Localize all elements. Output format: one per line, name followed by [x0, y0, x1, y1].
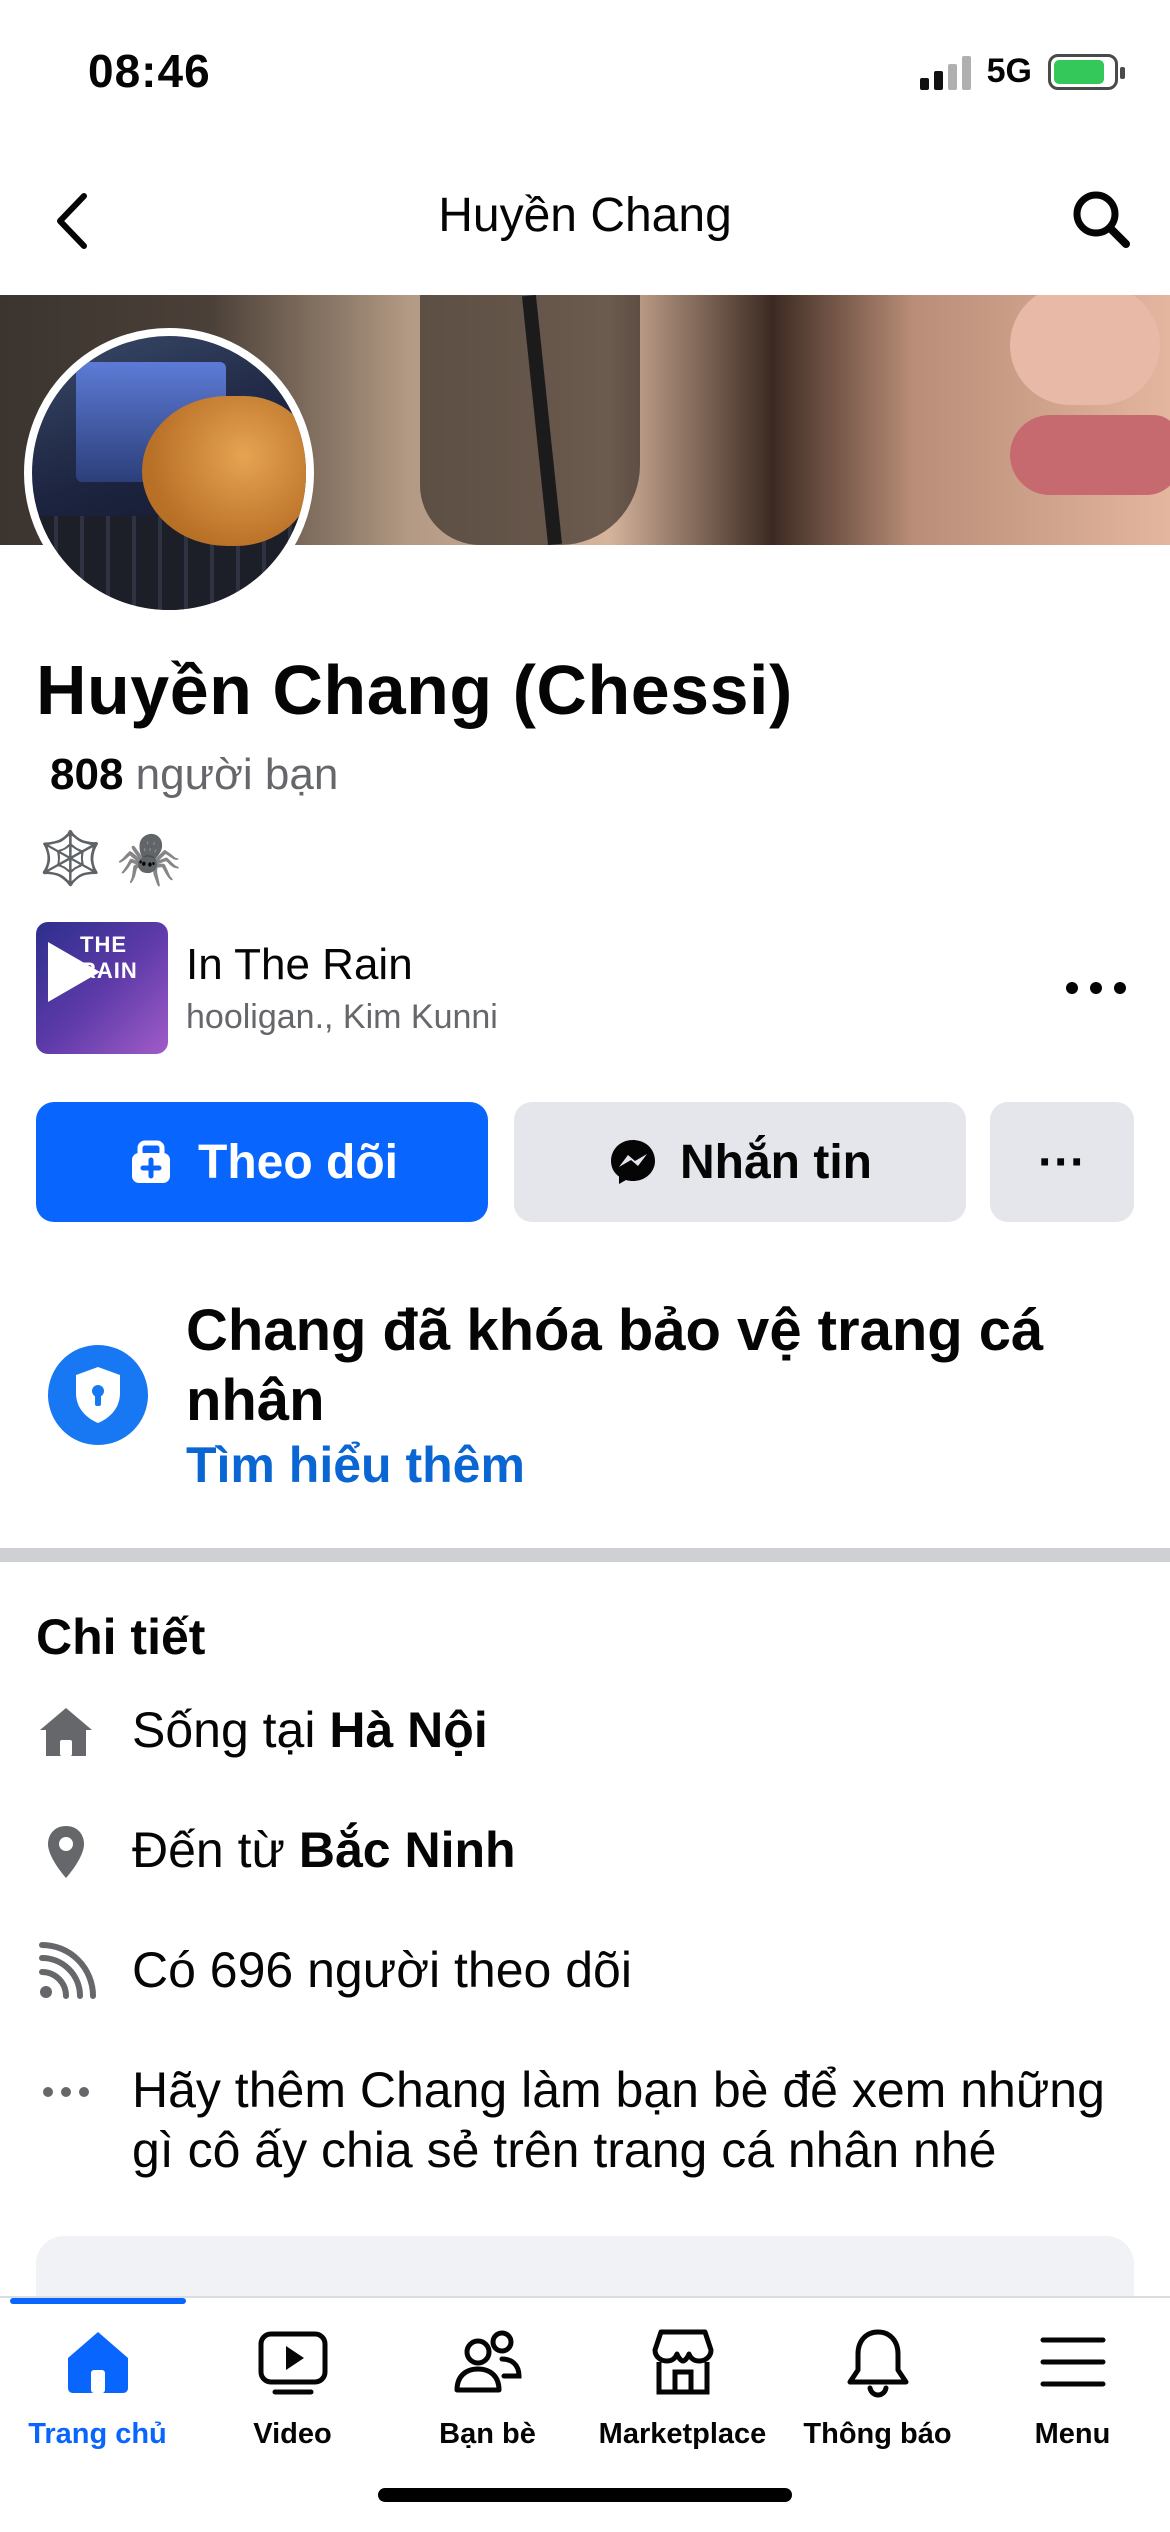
music-cover[interactable]: THE RAIN	[36, 922, 168, 1054]
followers-text: Có 696 người theo dõi	[132, 1942, 632, 1998]
locked-profile-notice: Chang đã khóa bảo vệ trang cá nhân Tìm h…	[0, 1270, 1170, 1540]
nav-bar: Huyền Chang	[0, 150, 1170, 294]
profile-avatar[interactable]	[24, 328, 314, 618]
tab-notifications-label: Thông báo	[803, 2418, 952, 2450]
lives-prefix: Sống tại	[132, 1702, 330, 1758]
tab-menu[interactable]: Menu	[975, 2322, 1170, 2472]
tab-video-label: Video	[253, 2418, 332, 2450]
messenger-icon	[611, 1140, 655, 1184]
music-title: In The Rain	[186, 940, 413, 989]
message-button[interactable]: Nhắn tin	[514, 1102, 966, 1222]
friends-count[interactable]: 808 người bạn	[50, 750, 338, 800]
shield-lock-icon	[48, 1345, 148, 1445]
detail-lives-text: Sống tại Hà Nội	[132, 1700, 1132, 1760]
home-icon	[34, 1700, 98, 1764]
section-divider	[0, 1548, 1170, 1562]
play-icon	[48, 942, 100, 1002]
follow-label: Theo dõi	[198, 1135, 398, 1189]
locked-profile-title: Chang đã khóa bảo vệ trang cá nhân	[186, 1298, 1044, 1433]
profile-emojis: 🕸️ 🕷️	[38, 828, 182, 889]
tab-friends[interactable]: Bạn bè	[390, 2322, 585, 2472]
marketplace-icon	[643, 2322, 723, 2402]
more-actions-label: ···	[1038, 1135, 1086, 1189]
signal-icon	[919, 54, 971, 90]
more-dots-icon	[1066, 982, 1126, 994]
search-icon	[1073, 191, 1130, 248]
from-place: Bắc Ninh	[298, 1822, 516, 1878]
status-bar: 08:46 5G	[0, 0, 1170, 150]
follow-icon	[132, 1140, 171, 1183]
search-button[interactable]	[1066, 184, 1136, 254]
bell-icon	[838, 2322, 918, 2402]
details-title: Chi tiết	[36, 1609, 206, 1665]
tab-marketplace[interactable]: Marketplace	[585, 2322, 780, 2472]
home-icon	[58, 2322, 138, 2402]
battery-icon	[1048, 53, 1125, 90]
follow-button[interactable]: Theo dõi	[36, 1102, 488, 1222]
spider-web-emoji: 🕸️	[38, 830, 103, 888]
learn-more-link[interactable]: Tìm hiểu thêm	[186, 1436, 525, 1494]
friends-icon	[448, 2322, 528, 2402]
message-label: Nhắn tin	[680, 1135, 872, 1189]
more-actions-button[interactable]: ···	[990, 1102, 1134, 1222]
tab-notifications[interactable]: Thông báo	[780, 2322, 975, 2472]
detail-from-text: Đến từ Bắc Ninh	[132, 1820, 1132, 1880]
profile-music[interactable]: THE RAIN In The Rain hooligan., Kim Kunn…	[36, 922, 1136, 1054]
menu-icon	[1033, 2322, 1113, 2402]
more-dots-icon	[34, 2060, 98, 2124]
nav-title: Huyền Chang	[438, 189, 732, 242]
home-indicator[interactable]	[378, 2488, 792, 2502]
tab-video[interactable]: Video	[195, 2322, 390, 2472]
tab-home-label: Trang chủ	[28, 2418, 167, 2450]
music-artist: hooligan., Kim Kunni	[186, 998, 498, 1036]
tab-menu-label: Menu	[1034, 2418, 1111, 2450]
friends-number: 808	[50, 750, 124, 799]
video-icon	[253, 2322, 333, 2402]
tab-marketplace-label: Marketplace	[598, 2418, 767, 2450]
status-time: 08:46	[88, 45, 211, 97]
followers-rss-icon	[34, 1940, 98, 2004]
spider-emoji: 🕷️	[116, 830, 182, 888]
from-prefix: Đến từ	[132, 1822, 299, 1878]
location-pin-icon	[34, 1820, 98, 1884]
tab-friends-label: Bạn bè	[439, 2418, 536, 2450]
active-tab-indicator	[10, 2298, 186, 2304]
friends-label: người bạn	[135, 750, 339, 799]
network-type: 5G	[986, 52, 1032, 90]
profile-name: Huyền Chang (Chessi)	[36, 651, 793, 729]
add-friend-hint-text: Hãy thêm Chang làm bạn bè để xem những g…	[132, 2062, 1105, 2178]
status-indicators: 5G	[919, 52, 1125, 91]
lives-place: Hà Nội	[329, 1702, 488, 1758]
tab-home[interactable]: Trang chủ	[0, 2322, 195, 2472]
music-more-button[interactable]	[1056, 958, 1136, 1018]
